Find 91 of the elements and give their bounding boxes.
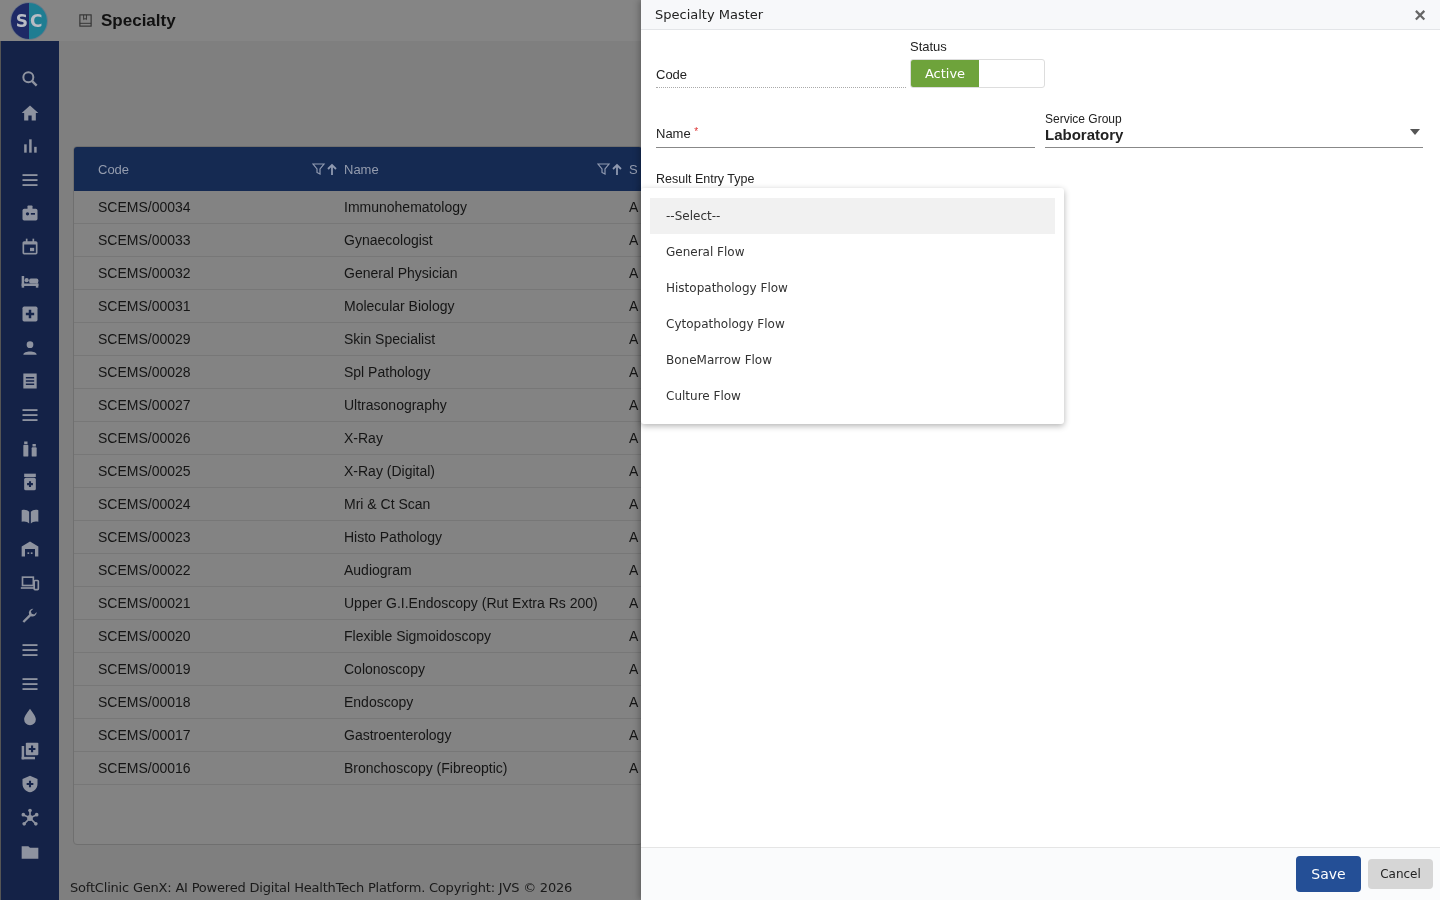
close-button[interactable]: × (1414, 4, 1426, 25)
cancel-button[interactable]: Cancel (1368, 859, 1433, 889)
field-label: Code (656, 66, 688, 82)
dropdown-option[interactable]: --Select-- (650, 198, 1055, 234)
table-cell-text: Gynaecologist (344, 232, 434, 248)
table-cell-text: SCEMS/00034 (97, 199, 192, 215)
field-label: Status (910, 39, 948, 54)
field-label: Service Group (1045, 111, 1123, 126)
table-cell-text: A (629, 529, 640, 545)
table-cell-text: Gastroenterology (344, 727, 453, 743)
caret-icon (1410, 129, 1420, 135)
table-cell-text: SCEMS/00023 (97, 529, 192, 545)
plus-square-icon[interactable] (20, 304, 40, 325)
table-cell-text: Endoscopy (344, 694, 415, 710)
table-cell-text: General Physician (344, 265, 459, 281)
table-cell-text: SCEMS/00031 (97, 298, 192, 314)
table-cell-text: SCEMS/00024 (97, 496, 192, 512)
dropdown-option[interactable]: BoneMarrow Flow (650, 342, 1055, 378)
table-cell-text: Histo Pathology (344, 529, 444, 545)
dropdown-option[interactable]: Histopathology Flow (650, 270, 1055, 306)
field-value: Laboratory (1045, 125, 1124, 143)
dropdown-option[interactable]: Culture Flow (650, 378, 1055, 414)
logo-letter: C (29, 2, 47, 39)
book-icon (78, 13, 93, 28)
table-cell-text: A (629, 595, 640, 611)
table-cell-text: A (629, 496, 640, 512)
dropdown-option[interactable]: Cytopathology Flow (650, 306, 1055, 342)
table-cell-text: Spl Pathology (344, 364, 432, 380)
table-cell-text: SCEMS/00025 (97, 463, 192, 479)
field-label: Result Entry Type (656, 172, 756, 186)
column-header[interactable]: Code (98, 161, 130, 177)
table-cell-text: SCEMS/00020 (97, 628, 192, 644)
table-cell-text: A (629, 727, 640, 743)
document-icon[interactable] (20, 371, 40, 392)
table-cell-text: Immunohematology (344, 199, 468, 215)
table-cell-text: A (629, 694, 640, 710)
table-cell-text: X-Ray (344, 430, 384, 446)
column-header[interactable]: S (629, 161, 638, 177)
table-cell-text: SCEMS/00027 (97, 397, 192, 413)
search-icon[interactable] (20, 69, 40, 89)
table-cell-text: A (629, 232, 640, 248)
table-cell-text: SCEMS/00019 (97, 661, 192, 677)
table-cell-text: Ultrasonography (344, 397, 448, 413)
code-field[interactable]: Code (656, 61, 906, 88)
table-cell-text: A (629, 760, 640, 776)
network-icon[interactable] (20, 808, 40, 829)
save-button[interactable]: Save (1296, 856, 1361, 892)
table-cell-text: Flexible Sigmoidoscopy (344, 628, 493, 644)
dropdown-option[interactable]: General Flow (650, 234, 1055, 270)
page-title: Specialty (101, 10, 176, 31)
table-cell-text: Colonoscopy (344, 661, 426, 677)
dialog-title: Specialty Master (655, 7, 764, 22)
field-label: Name * (656, 125, 699, 141)
table-cell-text: A (629, 199, 640, 215)
table-cell-text: A (629, 463, 640, 479)
table-cell-text: SCEMS/00026 (97, 430, 192, 446)
table-cell-text: Upper G.I.Endoscopy (Rut Extra Rs 200) (344, 595, 599, 611)
table-cell-text: SCEMS/00016 (97, 760, 192, 776)
id-badge-icon[interactable] (20, 203, 40, 224)
table-cell-text: A (629, 265, 640, 281)
table-cell-text: Skin Specialist (344, 331, 437, 347)
table-cell-text: Molecular Biology (344, 298, 456, 314)
table-cell-text: A (629, 298, 640, 314)
calendar-icon[interactable] (20, 236, 40, 257)
name-field[interactable]: Name * (656, 119, 1035, 148)
footer-text: SoftClinic GenX: AI Powered Digital HealthTech Platform. Copyright: JVS © 2026 (70, 880, 573, 895)
table-cell-text: SCEMS/00017 (97, 727, 192, 743)
table-cell-text: SCEMS/00032 (97, 265, 192, 281)
table-cell-text: Bronchoscopy (Fibreoptic) (344, 760, 509, 776)
table-cell-text: A (629, 331, 640, 347)
table-cell-text: SCEMS/00028 (97, 364, 192, 380)
table-cell-text: A (629, 661, 640, 677)
table-cell-text: SCEMS/00033 (97, 232, 192, 248)
add-copy-icon[interactable] (20, 740, 40, 761)
logo-letter: S (11, 2, 29, 39)
table-cell-text: A (629, 562, 640, 578)
table-cell-text: SCEMS/00022 (97, 562, 192, 578)
table-cell-text: A (629, 430, 640, 446)
service-group-dropdown[interactable]: Service Group Laboratory (1045, 107, 1423, 148)
table-cell-text: Mri & Ct Scan (344, 496, 432, 512)
shield-icon[interactable] (20, 774, 40, 795)
table-cell-text: SCEMS/00018 (97, 694, 192, 710)
table-cell-text: X-Ray (Digital) (344, 463, 436, 479)
table-cell-text: Audiogram (344, 562, 413, 578)
table-cell-text: A (629, 628, 640, 644)
table-cell-text: A (629, 397, 640, 413)
table-cell-text: A (629, 364, 640, 380)
table-cell-text: SCEMS/00021 (97, 595, 192, 611)
column-header[interactable]: Name (344, 161, 379, 177)
table-cell-text: SCEMS/00029 (97, 331, 192, 347)
warehouse-icon[interactable] (20, 539, 40, 560)
